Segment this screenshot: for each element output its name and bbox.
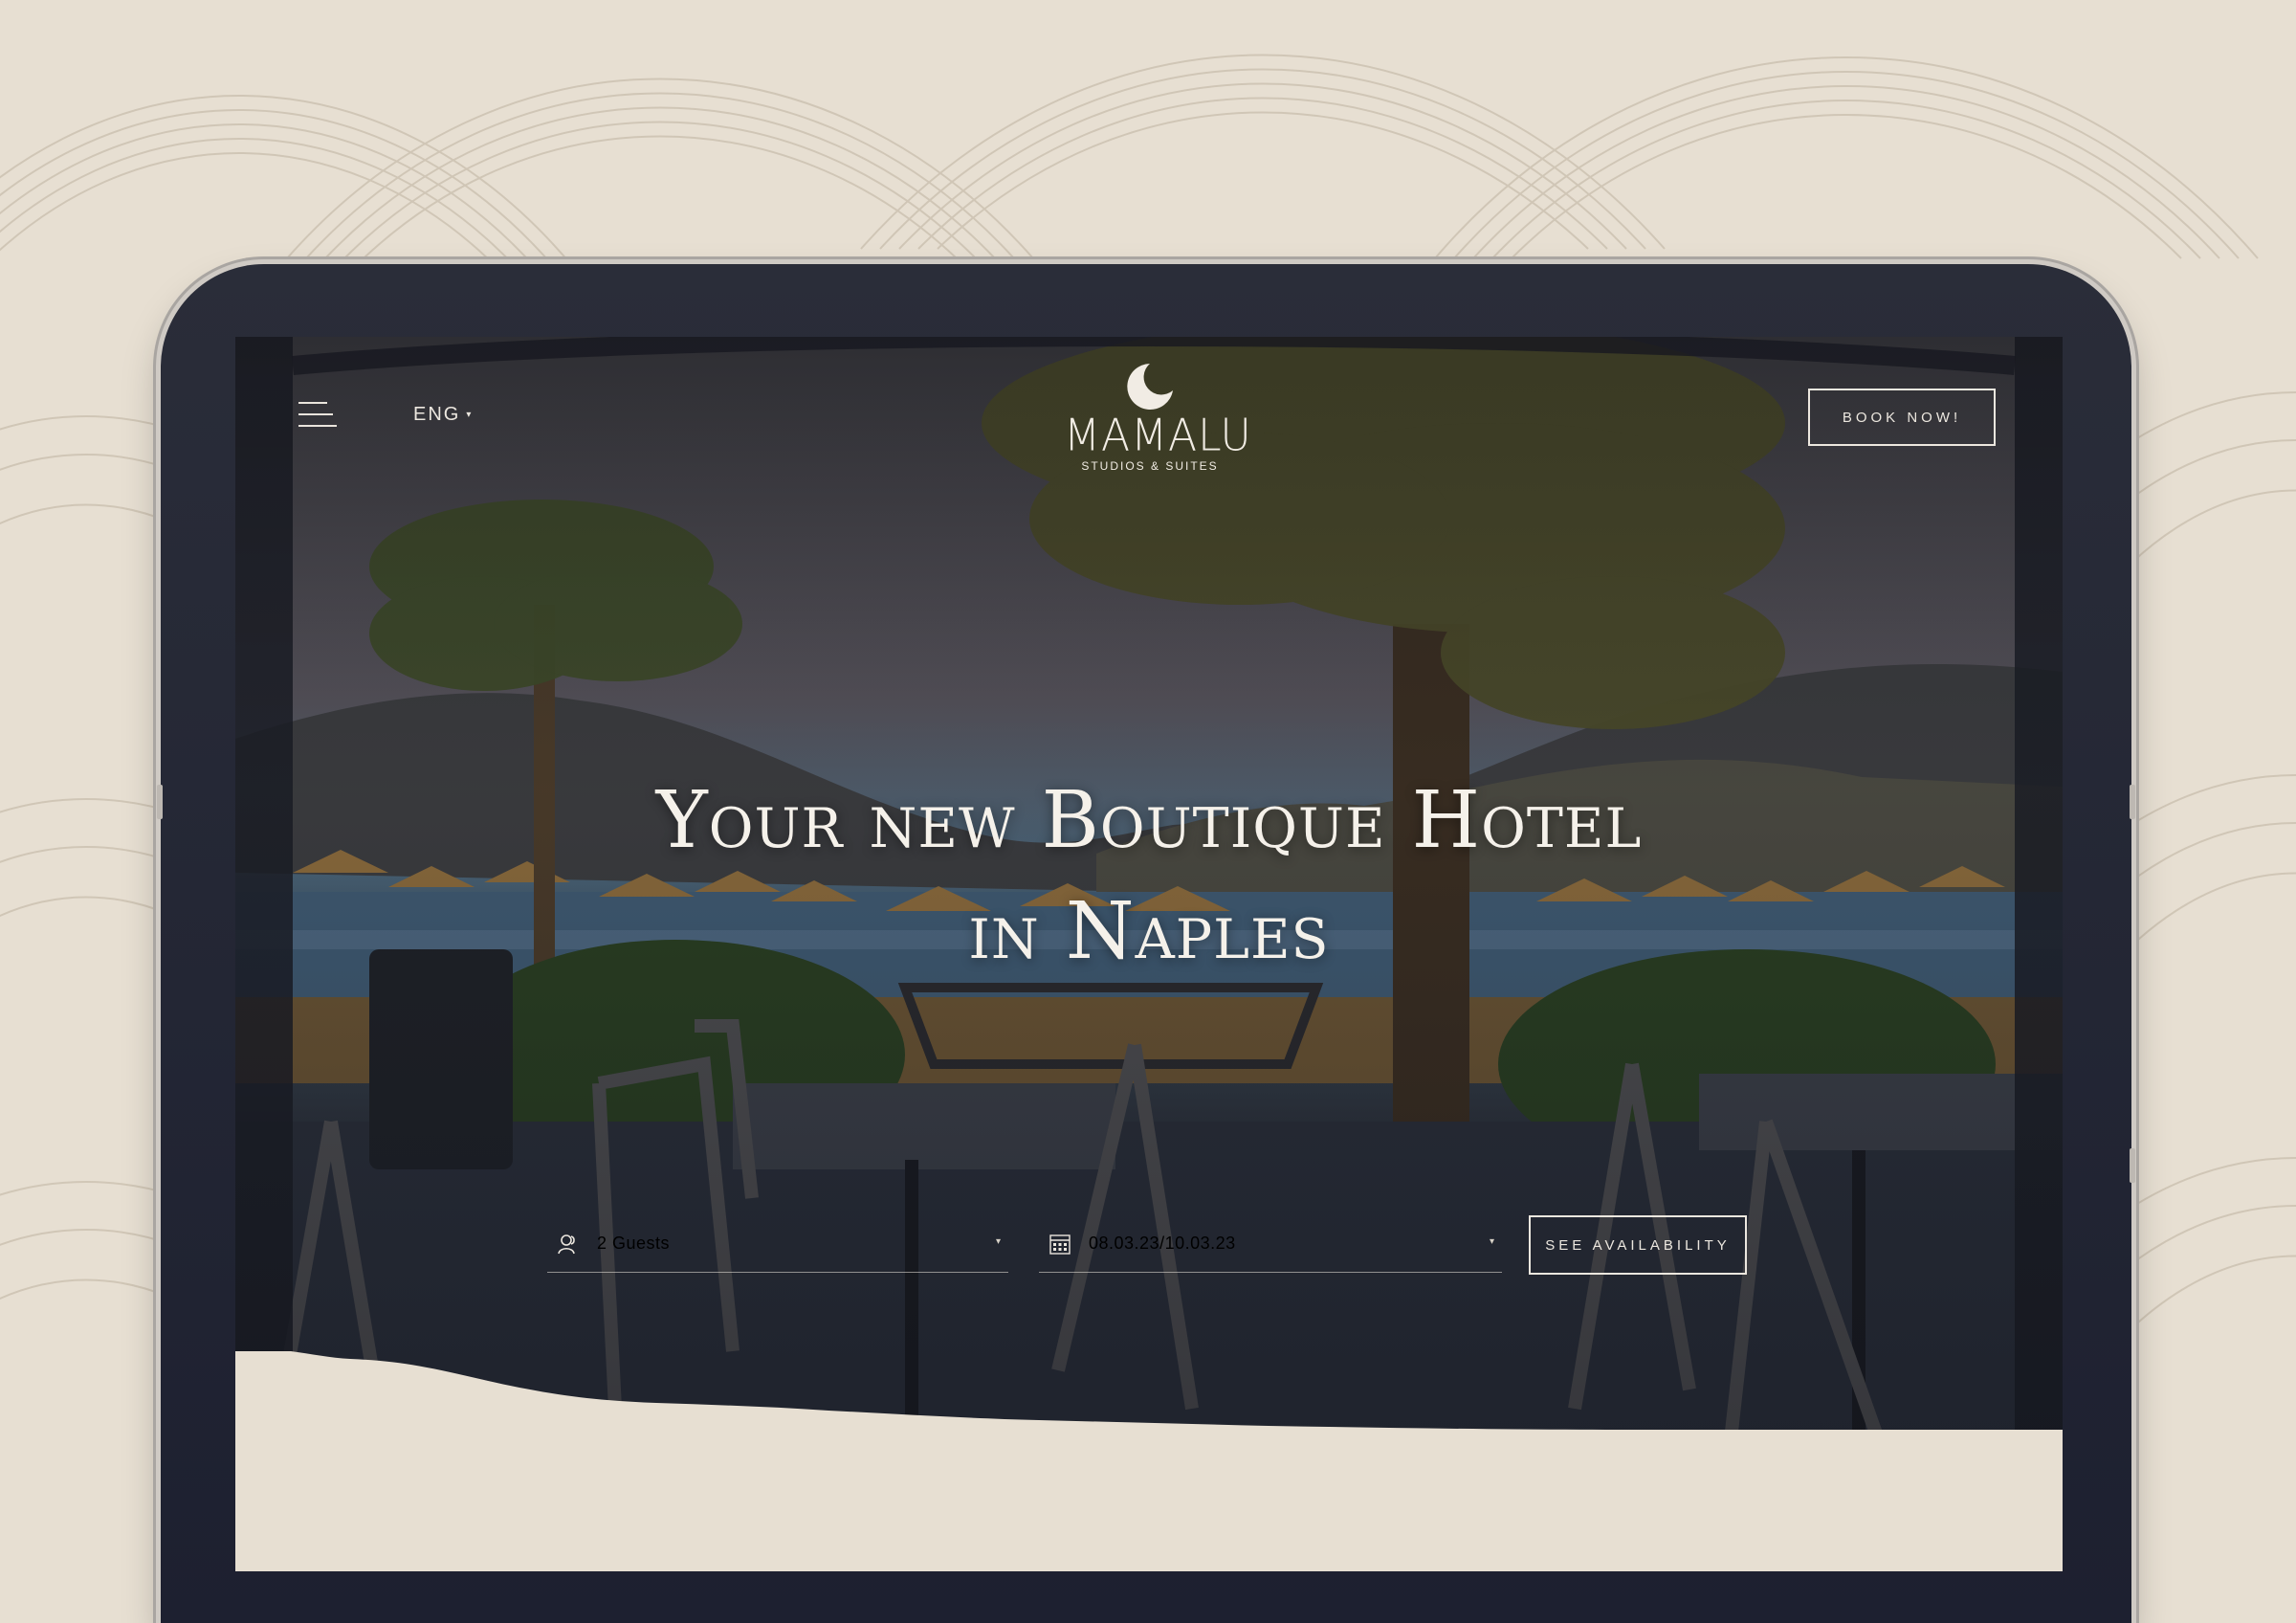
logo-wordmark: MAMALU <box>1064 410 1252 462</box>
hero-section: ENG ▾ MAMALU STUDIOS & SUITES BOOK NOW! Y… <box>235 337 2063 1466</box>
see-availability-button[interactable]: SEE AVAILABILITY <box>1529 1215 1747 1275</box>
headline-line-2: in Naples <box>968 886 1330 977</box>
calendar-icon <box>1049 1231 1075 1257</box>
crescent-moon-icon <box>1127 364 1173 410</box>
chevron-down-icon: ▾ <box>466 410 474 420</box>
guests-value: 2 Guests <box>597 1234 671 1253</box>
hero-headline: Your new Boutique Hotel in Naples <box>465 766 1833 988</box>
user-icon <box>557 1231 584 1257</box>
chevron-down-icon: ▾ <box>995 1236 1001 1247</box>
tablet-side-button <box>2130 785 2135 819</box>
hotel-logo[interactable]: MAMALU STUDIOS & SUITES <box>1064 358 1252 473</box>
dates-field[interactable]: 08.03.23/10.03.23 ▾ <box>1039 1215 1502 1273</box>
hamburger-menu-icon[interactable] <box>298 400 337 433</box>
chevron-down-icon: ▾ <box>1489 1236 1494 1247</box>
headline-line-1: Your new Boutique Hotel <box>655 775 1643 866</box>
language-label: ENG <box>413 404 461 425</box>
guests-field[interactable]: 2 Guests ▾ <box>547 1215 1008 1273</box>
tablet-side-button <box>2130 1148 2135 1183</box>
tablet-side-button <box>157 785 163 819</box>
language-selector[interactable]: ENG ▾ <box>413 404 473 426</box>
torn-paper-edge <box>235 1351 2063 1571</box>
dates-value: 08.03.23/10.03.23 <box>1089 1234 1236 1253</box>
website-screen: ENG ▾ MAMALU STUDIOS & SUITES BOOK NOW! Y… <box>235 337 2063 1571</box>
book-now-button[interactable]: BOOK NOW! <box>1808 389 1996 446</box>
